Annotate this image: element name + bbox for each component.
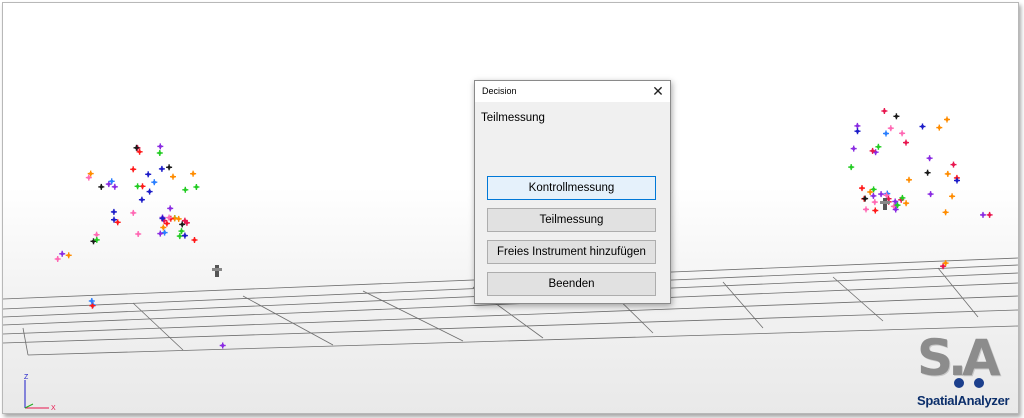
point-marker [111,183,118,190]
point-marker [130,209,137,216]
point-marker [848,164,855,171]
point-marker [133,144,140,151]
decision-dialog: Decision ✕ Teilmessung Kontrollmessung T… [474,80,671,304]
point-marker [130,166,137,173]
point-marker [906,176,912,183]
point-marker [950,161,957,168]
beenden-button[interactable]: Beenden [487,272,656,296]
point-marker [134,183,141,190]
point-marker [986,211,993,218]
freies-instrument-button[interactable]: Freies Instrument hinzufügen [487,240,656,264]
kontrollmessung-button[interactable]: Kontrollmessung [487,176,656,200]
instrument-left [212,265,222,277]
spatialanalyzer-logo: S.A SpatialAnalyzer [915,329,1018,413]
point-marker [903,200,910,207]
point-marker [924,169,931,176]
point-marker [110,208,117,215]
point-marker [862,195,869,202]
point-marker [870,192,877,199]
point-marker [903,139,909,146]
point-marker [98,183,105,190]
close-button[interactable]: ✕ [649,83,667,100]
point-marker [850,145,857,152]
point-marker [175,215,182,222]
point-marker [182,186,189,193]
dialog-titlebar[interactable]: Decision ✕ [475,81,670,102]
point-marker [156,150,163,156]
axis-x-label: X [51,405,56,412]
point-marker [157,230,164,237]
dialog-title: Decision [482,86,517,96]
point-marker [54,256,61,262]
point-marker [93,231,100,238]
point-marker [854,128,861,135]
point-marker [59,250,66,257]
point-marker [927,191,934,198]
point-marker [871,199,878,206]
point-marker [135,231,142,237]
point-marker [158,165,165,172]
point-marker [936,124,943,131]
point-marker [138,196,145,203]
point-marker [219,342,226,349]
point-marker [883,130,889,137]
point-marker [949,193,956,200]
point-marker [157,143,164,150]
point-marker [919,123,926,130]
point-marker [166,164,173,171]
teilmessung-button[interactable]: Teilmessung [487,208,656,232]
axis-z-label: Z [24,374,29,381]
point-marker [859,185,865,192]
point-marker [980,211,986,218]
point-marker [193,184,200,190]
point-marker [854,122,861,129]
point-marker [65,252,72,259]
point-marker [942,209,949,216]
logo-dots-icon [954,378,984,388]
point-marker [167,205,174,212]
point-marker [887,125,894,132]
logo-name: SpatialAnalyzer [917,393,1010,408]
point-marker [944,116,950,123]
axis-triad: Z X [24,374,56,412]
point-marker [88,298,95,304]
point-marker [944,170,951,177]
point-marker [893,113,900,120]
point-marker [151,179,158,186]
point-marker [926,155,933,162]
point-marker [872,207,879,214]
point-marker [190,170,197,177]
point-marker [863,206,869,213]
point-marker [181,232,188,239]
point-marker [899,130,906,137]
point-marker [875,143,882,150]
point-marker [170,173,176,180]
point-marker [878,191,885,198]
point-marker [146,188,153,195]
dialog-message: Teilmessung [481,112,545,124]
point-marker [161,229,168,236]
point-marker [145,171,152,178]
point-marker [881,108,888,114]
point-marker [191,237,198,243]
point-marker [160,224,167,231]
